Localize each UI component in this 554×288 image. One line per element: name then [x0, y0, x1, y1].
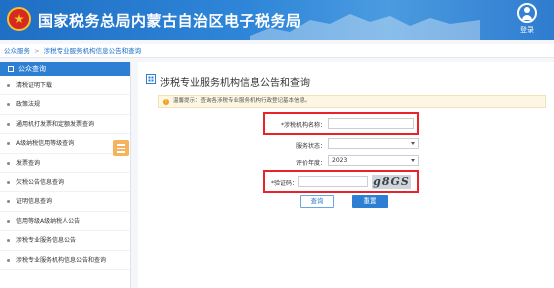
sidebar-item-policies[interactable]: 政策法规	[0, 95, 130, 115]
captcha-image[interactable]: g8GS	[372, 175, 411, 189]
dropdown-caret-icon	[411, 159, 415, 162]
status-select[interactable]	[328, 138, 419, 149]
login-button[interactable]: 登录	[512, 3, 542, 35]
year-value: 2023	[332, 157, 348, 164]
reset-button[interactable]: 重置	[352, 195, 388, 208]
status-label: 服务状态：	[295, 143, 326, 150]
dropdown-caret-icon	[411, 142, 415, 145]
site-title: 国家税务总局内蒙古自治区电子税务局	[38, 12, 302, 30]
tip-text: 温馨提示：查询各涉税专业服务机构行政登记基本信息。	[173, 98, 311, 104]
year-select[interactable]: 2023	[328, 155, 419, 166]
sidebar-item-service-notice[interactable]: 涉税专业服务信息公告	[0, 231, 130, 251]
menu-toggle-icon[interactable]	[113, 140, 129, 156]
org-name-input[interactable]	[328, 118, 414, 129]
org-name-label: *涉税机构名称：	[280, 122, 326, 129]
breadcrumb-separator: >	[34, 47, 40, 55]
breadcrumb-item-public-service[interactable]: 公众服务	[4, 47, 30, 55]
sidebar-item-org-query[interactable]: 涉税专业服务机构信息公告和查询	[0, 251, 130, 270]
sidebar-item-tax-clearance[interactable]: 清税证明下载	[0, 76, 130, 96]
sidebar: 公众查询 清税证明下载 政策法规 通用机打发票和定额发票查询 A级纳税信用等级查…	[0, 62, 131, 288]
breadcrumb-item-current[interactable]: 涉税专业服务机构信息公告和查询	[44, 47, 142, 55]
sidebar-item-certificate-query[interactable]: 证明信息查询	[0, 192, 130, 212]
sidebar-heading[interactable]: 公众查询	[0, 62, 130, 76]
building-icon	[146, 74, 156, 84]
user-icon	[517, 3, 537, 23]
warning-icon: !	[163, 99, 169, 105]
sidebar-heading-label: 公众查询	[18, 65, 46, 73]
list-icon	[8, 66, 14, 72]
year-label: 评价年度：	[295, 160, 326, 167]
captcha-input[interactable]	[298, 176, 368, 187]
captcha-label: *验证码：	[270, 180, 298, 187]
login-label: 登录	[520, 26, 534, 34]
main-panel: 涉税专业服务机构信息公告和查询 ! 温馨提示：查询各涉税专业服务机构行政登记基本…	[138, 62, 554, 288]
emblem-icon	[7, 7, 31, 31]
site-header: 国家税务总局内蒙古自治区电子税务局 登录	[0, 0, 554, 40]
sidebar-item-credit-rating[interactable]: A级纳税信用等级查询	[0, 134, 130, 154]
query-button[interactable]: 查询	[300, 195, 334, 208]
sidebar-item-a-level-notice[interactable]: 信用等级A级纳税人公告	[0, 212, 130, 232]
breadcrumb: 公众服务 > 涉税专业服务机构信息公告和查询	[0, 44, 554, 58]
page-title: 涉税专业服务机构信息公告和查询	[160, 78, 310, 89]
sidebar-item-arrears-notice[interactable]: 欠税公告信息查询	[0, 173, 130, 193]
sidebar-item-invoice-search[interactable]: 发票查询	[0, 154, 130, 173]
sidebar-item-invoice-query[interactable]: 通用机打发票和定额发票查询	[0, 115, 130, 135]
tip-banner: ! 温馨提示：查询各涉税专业服务机构行政登记基本信息。	[158, 95, 546, 108]
